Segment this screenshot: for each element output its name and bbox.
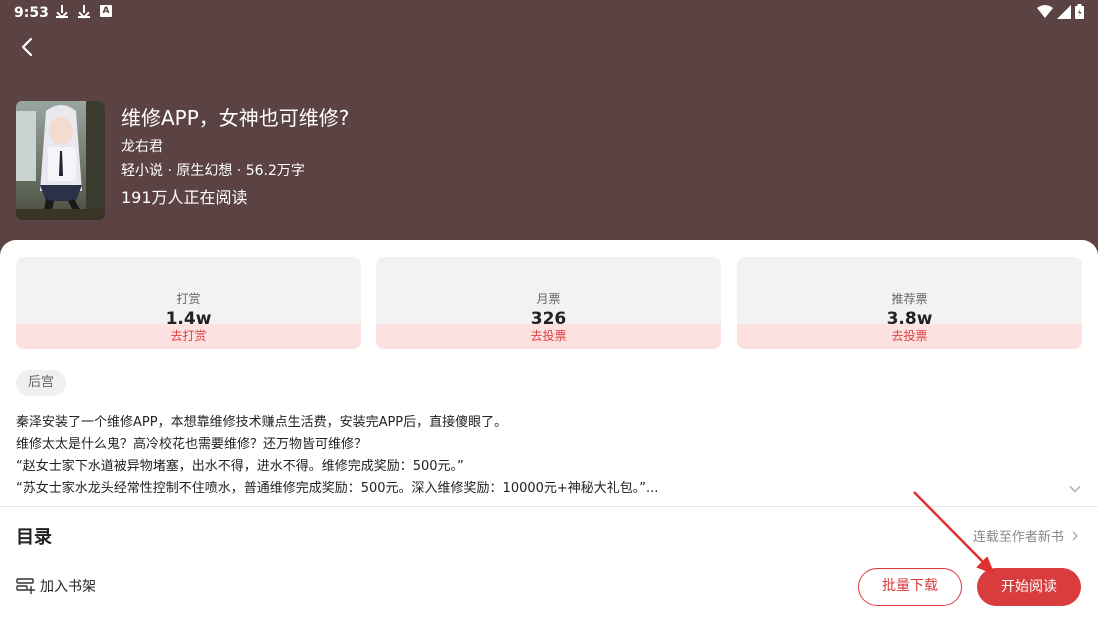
- back-icon[interactable]: [16, 35, 40, 59]
- vote-monthly-button[interactable]: 去投票: [376, 324, 721, 349]
- book-header: 9:53 A 维修APP，女神也可维修? 龙右君 轻小说 · 原生幻想 · 56…: [0, 0, 1098, 260]
- stat-card-recommend-tickets: 推荐票 3.8w 去投票: [737, 257, 1082, 349]
- batch-download-button[interactable]: 批量下载: [858, 568, 962, 606]
- synopsis-line: 维修太太是什么鬼？高冷校花也需要维修？还万物皆可维修？: [16, 437, 368, 452]
- a-icon: A: [100, 5, 112, 17]
- stat-card-monthly-tickets: 月票 326 去投票: [376, 257, 721, 349]
- detail-sheet: 打赏 1.4w 去打赏 月票 326 去投票 推荐票 3.8w 去投票 后宫 秦…: [0, 240, 1098, 617]
- synopsis-line: 秦泽安装了一个维修APP，本想靠维修技术赚点生活费，安装完APP后，直接傻眼了。: [16, 415, 508, 430]
- synopsis[interactable]: 秦泽安装了一个维修APP，本想靠维修技术赚点生活费，安装完APP后，直接傻眼了。…: [16, 412, 1046, 500]
- toc-status[interactable]: 连载至作者新书: [973, 526, 1080, 545]
- status-time: 9:53: [14, 5, 49, 21]
- book-title: 维修APP，女神也可维修?: [121, 106, 350, 130]
- synopsis-line: “苏女士家水龙头经常性控制不住喷水，普通维修完成奖励：500元。深入维修奖励：1…: [16, 481, 659, 496]
- genre-tag[interactable]: 后宫: [16, 370, 67, 396]
- toc-status-label: 连载至作者新书: [972, 530, 1064, 545]
- tip-button[interactable]: 去打赏: [16, 324, 361, 349]
- book-meta: 轻小说 · 原生幻想 · 56.2万字: [121, 163, 305, 179]
- battery-icon: [1075, 4, 1084, 19]
- book-author[interactable]: 龙右君: [121, 136, 163, 156]
- stat-label: 推荐票: [891, 292, 928, 306]
- chevron-down-icon[interactable]: [1068, 482, 1082, 496]
- signal-icon: [1057, 4, 1071, 19]
- download-icon: [56, 4, 68, 18]
- add-to-shelf-label: 加入书架: [40, 579, 96, 595]
- stat-label: 打赏: [176, 292, 201, 306]
- divider: [0, 506, 1098, 507]
- wifi-icon: [1037, 4, 1053, 18]
- chevron-right-icon: [1072, 531, 1078, 541]
- start-reading-button[interactable]: 开始阅读: [977, 568, 1081, 606]
- toc-title[interactable]: 目录: [16, 523, 52, 549]
- status-bar: 9:53 A: [0, 0, 1098, 26]
- status-notifications: A: [56, 4, 112, 18]
- synopsis-line: “赵女士家下水道被异物堵塞，出水不得，进水不得。维修完成奖励：500元。”: [16, 459, 464, 474]
- status-system-icons: [1037, 4, 1084, 19]
- add-to-shelf-button[interactable]: 加入书架: [16, 576, 96, 596]
- stat-label: 月票: [536, 292, 561, 306]
- stat-card-tips: 打赏 1.4w 去打赏: [16, 257, 361, 349]
- bottom-action-bar: 加入书架 批量下载 开始阅读: [0, 558, 1098, 617]
- vote-recommend-button[interactable]: 去投票: [737, 324, 1082, 349]
- reader-count: 191万人正在阅读: [121, 188, 248, 207]
- download-icon: [78, 4, 90, 18]
- book-cover[interactable]: [16, 101, 105, 220]
- add-shelf-icon: [16, 578, 35, 594]
